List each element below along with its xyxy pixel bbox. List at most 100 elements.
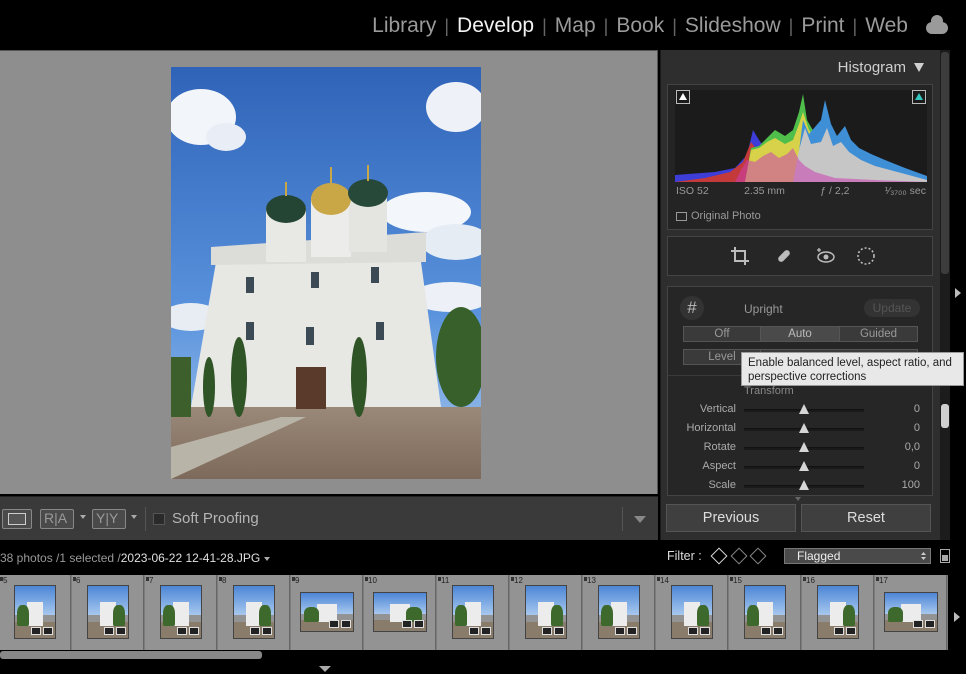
- photo-thumbnail[interactable]: [671, 585, 713, 639]
- filter-lock-icon[interactable]: [940, 549, 950, 563]
- filmstrip-cell[interactable]: 15: [729, 575, 801, 650]
- filmstrip-source-info[interactable]: 38 photos /1 selected /2023-06-22 12-41-…: [0, 551, 271, 565]
- develop-badge-icon: [773, 627, 783, 635]
- photo-thumbnail[interactable]: [598, 585, 640, 639]
- slider-knob[interactable]: [799, 404, 809, 414]
- cloud-icon[interactable]: [926, 15, 948, 34]
- original-photo-checkbox[interactable]: [676, 211, 687, 221]
- filmstrip-cell[interactable]: 10: [364, 575, 436, 650]
- module-library[interactable]: Library: [364, 14, 444, 38]
- slider-value[interactable]: 0: [914, 460, 920, 472]
- loupe-view-icon[interactable]: [2, 509, 32, 529]
- original-photo-toggle[interactable]: Original Photo: [676, 210, 761, 222]
- develop-badge-icon: [925, 620, 935, 628]
- photo-thumbnail[interactable]: [525, 585, 567, 639]
- filmstrip-cell[interactable]: 7: [145, 575, 217, 650]
- photo-thumbnail[interactable]: [817, 585, 859, 639]
- slider-knob[interactable]: [799, 461, 809, 471]
- reset-button[interactable]: Reset: [801, 504, 931, 532]
- masking-icon[interactable]: [856, 246, 876, 266]
- photo-thumbnail[interactable]: [300, 592, 354, 632]
- filmstrip-scroll-right-icon[interactable]: [954, 612, 960, 622]
- slider-knob[interactable]: [799, 442, 809, 452]
- histogram-graph[interactable]: [675, 90, 927, 182]
- filmstrip-cell[interactable]: 13: [583, 575, 655, 650]
- slider-horizontal[interactable]: Horizontal 0: [668, 420, 932, 438]
- filmstrip-cell[interactable]: 14: [656, 575, 728, 650]
- slider-value[interactable]: 0: [914, 403, 920, 415]
- swap-settings-button[interactable]: Y|Y: [92, 509, 126, 529]
- slider-label: Scale: [708, 479, 736, 491]
- photo-thumbnail[interactable]: [744, 585, 786, 639]
- filter-preset-value: Flagged: [797, 549, 841, 563]
- toolbar-menu-icon[interactable]: [634, 516, 646, 523]
- crop-icon[interactable]: [730, 246, 750, 266]
- thumbnail-tree: [258, 604, 271, 626]
- collapse-icon[interactable]: [914, 63, 924, 72]
- module-web[interactable]: Web: [857, 14, 916, 38]
- filmstrip-cell[interactable]: 8: [218, 575, 290, 650]
- thumbnail-bldg: [465, 601, 481, 626]
- swap-dropdown-icon[interactable]: [131, 515, 137, 519]
- filmstrip-cell[interactable]: 17: [875, 575, 947, 650]
- previous-button[interactable]: Previous: [666, 504, 796, 532]
- module-develop[interactable]: Develop: [449, 14, 542, 38]
- update-button[interactable]: Update: [864, 299, 920, 317]
- filter-preset-select[interactable]: Flagged: [784, 548, 931, 564]
- right-panel-toggle-icon[interactable]: [955, 288, 961, 298]
- unflagged-filter-icon[interactable]: [730, 547, 748, 565]
- soft-proofing-checkbox[interactable]: [153, 513, 165, 525]
- highlight-clipping-toggle[interactable]: [912, 90, 926, 104]
- module-slideshow[interactable]: Slideshow: [677, 14, 789, 38]
- slider-knob[interactable]: [799, 480, 809, 490]
- transform-tool-icon[interactable]: #: [680, 296, 704, 320]
- filmstrip-cell[interactable]: 11: [437, 575, 509, 650]
- rejected-filter-icon[interactable]: [749, 547, 767, 565]
- slider-knob[interactable]: [799, 423, 809, 433]
- photo-thumbnail[interactable]: [452, 585, 494, 639]
- slider-value[interactable]: 0,0: [905, 441, 920, 453]
- source-dropdown-icon[interactable]: [264, 556, 271, 561]
- filmstrip-cell[interactable]: 9: [291, 575, 363, 650]
- filmstrip-cell[interactable]: 12: [510, 575, 582, 650]
- before-after-button[interactable]: R|A: [40, 509, 74, 529]
- right-panel-scrollbar[interactable]: [940, 50, 950, 540]
- photo-thumbnail[interactable]: [884, 592, 938, 632]
- flagged-filter-icon[interactable]: [710, 547, 728, 565]
- photo-thumbnail[interactable]: [373, 592, 427, 632]
- upright-guided-button[interactable]: Guided: [839, 326, 918, 342]
- filmstrip-scroll-thumb[interactable]: [0, 651, 262, 659]
- photo-thumbnail[interactable]: [87, 585, 129, 639]
- upright-auto-button[interactable]: Auto: [760, 326, 840, 342]
- slider-scale[interactable]: Scale 100: [668, 477, 932, 495]
- histogram-header[interactable]: Histogram: [838, 59, 924, 76]
- develop-badge-icon: [262, 627, 272, 635]
- module-book[interactable]: Book: [608, 14, 672, 38]
- shadow-clipping-toggle[interactable]: [676, 90, 690, 104]
- module-map[interactable]: Map: [547, 14, 604, 38]
- slider-value[interactable]: 100: [902, 479, 920, 491]
- cell-index: 15: [733, 576, 742, 585]
- histogram-panel: ISO 52 2.35 mm ƒ / 2,2 ¹⁄₃₇₀₀ sec Origin…: [667, 84, 933, 230]
- filmstrip-scrollbar[interactable]: [0, 650, 948, 662]
- before-after-dropdown-icon[interactable]: [80, 515, 86, 519]
- photo-thumbnail[interactable]: [160, 585, 202, 639]
- slider-vertical[interactable]: Vertical 0: [668, 401, 932, 419]
- healing-icon[interactable]: [774, 246, 794, 266]
- filmstrip-cell[interactable]: 5: [0, 575, 71, 650]
- main-image-view: [0, 50, 658, 494]
- slider-value[interactable]: 0: [914, 422, 920, 434]
- photo-thumbnail[interactable]: [14, 585, 56, 639]
- church-photo[interactable]: [171, 67, 481, 479]
- filmstrip-cell[interactable]: 6: [72, 575, 144, 650]
- scrollbar-thumb[interactable]: [941, 404, 949, 428]
- slider-rotate[interactable]: Rotate 0,0: [668, 439, 932, 457]
- slider-aspect[interactable]: Aspect 0: [668, 458, 932, 476]
- module-print[interactable]: Print: [793, 14, 852, 38]
- red-eye-icon[interactable]: [816, 246, 836, 266]
- upright-off-button[interactable]: Off: [683, 326, 761, 342]
- develop-badge-icon: [341, 620, 351, 628]
- filmstrip-cell[interactable]: 16: [802, 575, 874, 650]
- bottom-panel-toggle-icon[interactable]: [319, 666, 331, 672]
- photo-thumbnail[interactable]: [233, 585, 275, 639]
